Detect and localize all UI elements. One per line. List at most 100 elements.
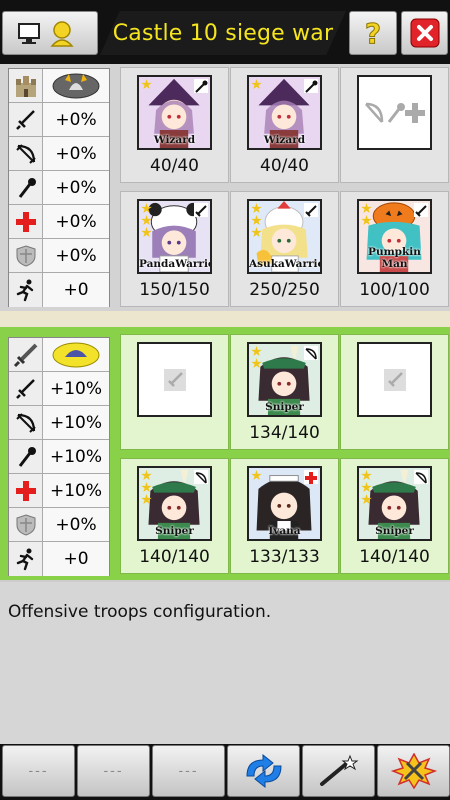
sword-icon xyxy=(9,103,43,136)
message-text: Offensive troops configuration. xyxy=(8,602,272,622)
title-banner: Castle 10 siege war xyxy=(100,11,346,55)
ally-unit-slot[interactable]: Sniper 140/140 xyxy=(120,458,229,574)
rank-star-icon xyxy=(361,470,372,481)
unit-portrait: Sniper xyxy=(137,466,212,541)
unit-name: AsukaWarrior xyxy=(249,258,322,270)
stat-header-row xyxy=(9,338,109,372)
enemy-unit-slot[interactable]: AsukaWarrior 250/250 xyxy=(230,191,339,307)
sword-placeholder-icon xyxy=(163,368,186,391)
unit-name: Ivana xyxy=(268,525,301,537)
staff-icon xyxy=(9,440,43,473)
unit-hp: 40/40 xyxy=(150,156,199,176)
start-battle-button[interactable] xyxy=(377,745,450,797)
ally-unit-slot[interactable]: Sniper 134/140 xyxy=(230,334,339,450)
rank-star-icon xyxy=(251,470,262,481)
sword-class-icon xyxy=(194,203,208,217)
sword-banner-icon xyxy=(9,338,43,371)
rank-star-icon xyxy=(141,215,152,226)
battle-clash-icon xyxy=(390,753,437,789)
enemy-unit-slot[interactable]: Pumpkin Man 100/100 xyxy=(340,191,449,307)
stat-row-sword: +0% xyxy=(9,103,109,137)
unit-portrait-empty xyxy=(137,342,212,417)
enemy-empty-slot[interactable] xyxy=(340,67,449,183)
view-toggle-button[interactable] xyxy=(2,11,98,55)
gold-helmet-icon xyxy=(43,338,109,371)
rank-star-icon xyxy=(251,215,262,226)
unit-hp: 150/150 xyxy=(139,280,210,300)
unit-portrait: Wizard xyxy=(247,75,322,150)
sword-icon xyxy=(9,372,43,405)
close-x-icon xyxy=(410,18,439,48)
stat-row-defense: +0% xyxy=(9,239,109,273)
unit-name: Sniper xyxy=(375,525,414,537)
stat-value-defense: +0% xyxy=(43,508,109,541)
bow-class-icon xyxy=(194,470,208,484)
stat-row-speed: +0 xyxy=(9,273,109,307)
auto-arrange-button[interactable] xyxy=(302,745,375,797)
formation-slot-3-button[interactable]: --- xyxy=(152,745,225,797)
unit-hp: 133/133 xyxy=(249,547,320,567)
bottom-toolbar: --- --- --- xyxy=(0,744,450,800)
bow-icon xyxy=(9,406,43,439)
message-box: Offensive troops configuration. xyxy=(0,580,450,744)
stat-value-staff: +0% xyxy=(43,171,109,204)
ally-empty-slot[interactable] xyxy=(120,334,229,450)
enemy-unit-slot[interactable]: Wizard 40/40 xyxy=(230,67,339,183)
rank-star-icon xyxy=(141,470,152,481)
staff-class-icon xyxy=(194,79,208,93)
monitor-person-icon xyxy=(18,21,74,47)
rank-star-icon xyxy=(361,203,372,214)
stat-row-speed: +0 xyxy=(9,542,109,576)
unit-portrait: Sniper xyxy=(357,466,432,541)
unit-portrait: AsukaWarrior xyxy=(247,199,322,274)
rank-star-icon xyxy=(361,482,372,493)
swap-arrows-icon xyxy=(245,754,282,788)
formation-slot-label: --- xyxy=(178,763,199,779)
unit-hp: 40/40 xyxy=(260,156,309,176)
formation-slot-2-button[interactable]: --- xyxy=(77,745,150,797)
unit-name: Sniper xyxy=(265,401,304,413)
close-button[interactable] xyxy=(401,11,448,55)
unit-portrait: PandaWarrior xyxy=(137,199,212,274)
sword-placeholder-icon xyxy=(383,368,406,391)
ally-unit-slot[interactable]: Sniper 140/140 xyxy=(340,458,449,574)
shield-icon xyxy=(9,239,43,272)
running-man-icon xyxy=(9,273,43,307)
ally-empty-slot[interactable] xyxy=(340,334,449,450)
unit-hp: 250/250 xyxy=(249,280,320,300)
unit-portrait: Sniper xyxy=(247,342,322,417)
swap-button[interactable] xyxy=(227,745,300,797)
help-label: ? xyxy=(364,16,382,50)
sword-class-icon xyxy=(304,203,318,217)
shield-icon xyxy=(9,508,43,541)
unit-hp: 100/100 xyxy=(359,280,430,300)
stat-value-speed: +0 xyxy=(43,273,109,307)
formation-slot-1-button[interactable]: --- xyxy=(2,745,75,797)
stat-value-sword: +0% xyxy=(43,103,109,136)
sword-class-icon xyxy=(414,203,428,217)
red-cross-icon xyxy=(9,205,43,238)
stat-row-heal: +0% xyxy=(9,205,109,239)
stat-row-bow: +0% xyxy=(9,137,109,171)
heal-class-icon xyxy=(304,470,318,484)
bow-icon xyxy=(9,137,43,170)
unit-name: Pumpkin Man xyxy=(368,246,421,270)
rank-star-icon xyxy=(141,482,152,493)
stat-value-bow: +10% xyxy=(43,406,109,439)
unit-portrait: Pumpkin Man xyxy=(357,199,432,274)
enemy-panel: +0% +0% +0% +0% +0% +0 Wizard 40/40 Wiza… xyxy=(0,64,450,311)
ally-unit-slot[interactable]: Ivana 133/133 xyxy=(230,458,339,574)
ally-panel: +10% +10% +10% +10% +0% +0 Sniper 134/14… xyxy=(0,327,450,580)
formation-slot-label: --- xyxy=(103,763,124,779)
unit-name: Wizard xyxy=(263,134,306,146)
help-button[interactable]: ? xyxy=(349,11,397,55)
enemy-unit-slot[interactable]: PandaWarrior 150/150 xyxy=(120,191,229,307)
enemy-unit-slot[interactable]: Wizard 40/40 xyxy=(120,67,229,183)
formation-slot-label: --- xyxy=(28,763,49,779)
stat-row-staff: +0% xyxy=(9,171,109,205)
rank-star-icon xyxy=(141,79,152,90)
stat-value-speed: +0 xyxy=(43,542,109,576)
rank-star-icon xyxy=(251,346,262,357)
any-class-placeholder-icon xyxy=(364,102,425,123)
rank-star-icon xyxy=(141,203,152,214)
